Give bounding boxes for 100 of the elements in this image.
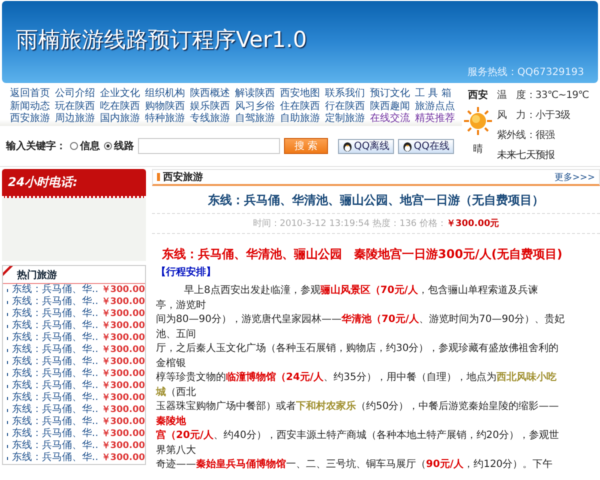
temperature-text: 温 度：33℃~19℃: [497, 88, 589, 102]
nav-link[interactable]: 企业文化: [100, 88, 145, 101]
itinerary-line: 亭，游览时: [155, 298, 207, 312]
more-link[interactable]: 更多>>>: [554, 170, 595, 184]
tour-price: ￥300.00: [101, 344, 145, 356]
qq-button[interactable]: QQ离线: [338, 138, 394, 154]
tour-price: ￥300.00: [101, 416, 145, 428]
nav-link[interactable]: 在线交流: [370, 113, 415, 126]
nav-link[interactable]: 定制旅游: [325, 113, 370, 126]
itinerary-line: 池、五间: [155, 328, 197, 342]
ribbon-icon: [3, 266, 13, 276]
tour-link[interactable]: 东线：兵马俑、华..: [12, 284, 98, 296]
tour-price: ￥300.00: [101, 452, 145, 464]
tour-link[interactable]: 东线：兵马俑、华..: [12, 428, 98, 440]
tour-link[interactable]: 东线：兵马俑、华..: [12, 404, 98, 416]
nav-link[interactable]: 特种旅游: [145, 113, 190, 126]
site-title: 雨楠旅游线路预订程序Ver1.0: [16, 27, 307, 55]
nav-link[interactable]: 解读陕西: [235, 88, 280, 101]
bar-icon: [157, 173, 160, 181]
nav-link[interactable]: 旅游点点: [415, 100, 460, 114]
nav-link[interactable]: 陕西趣闻: [370, 100, 415, 114]
nav-link[interactable]: 陕西概述: [190, 88, 235, 101]
tour-link[interactable]: 东线：兵马俑、华..: [12, 368, 98, 380]
itinerary-line: 间为80—90分），游览唐代皇家园林——华清池（70元/人、游览时间为70—90分）、贵妃: [155, 313, 566, 327]
nav-link[interactable]: 玩在陕西: [55, 100, 100, 114]
nav-link[interactable]: 预订文化: [370, 88, 415, 101]
schedule-heading: 【行程安排】: [155, 265, 217, 280]
search-label: 输入关键字：: [6, 139, 66, 153]
itinerary-line: 早上8点西安出发赴临潼，参观骊山风景区（70元/人，包含骊山单程索道及兵谏: [183, 284, 539, 298]
itinerary-line: 奇迹——秦始皇兵马俑博物馆一、二、三号坑、铜车马展厅（90元/人，约120分）。下午: [155, 458, 554, 472]
weather-condition: 晴: [473, 142, 483, 156]
wind-text: 风 力：小于3级: [497, 108, 572, 122]
tour-title: 东线：兵马俑、华清池、骊山公园、地宫一日游（无自费项目）: [152, 186, 600, 214]
qq-button[interactable]: QQ在线: [398, 138, 454, 154]
nav-link[interactable]: 联系我们: [325, 88, 370, 101]
tour-link[interactable]: 东线：兵马俑、华..: [12, 296, 98, 308]
itinerary-line: 界第八大: [155, 444, 197, 458]
tour-price: ￥300.00: [101, 356, 145, 368]
nav-link[interactable]: 新闻动态: [10, 100, 55, 114]
tour-price: ￥300.00: [101, 368, 145, 380]
tour-link[interactable]: 东线：兵马俑、华..: [12, 308, 98, 320]
tour-link[interactable]: 东线：兵马俑、华..: [12, 392, 98, 404]
tour-link[interactable]: 东线：兵马俑、华..: [12, 320, 98, 332]
itinerary-line: 金棺银: [155, 356, 187, 370]
tour-meta: 时间：2010-3-12 13:19:54 热度：136 价格：￥300.00元: [152, 214, 600, 234]
radio-icon[interactable]: [70, 142, 78, 150]
tour-price: ￥300.00: [101, 440, 145, 452]
search-field[interactable]: [138, 138, 280, 154]
tour-price: ￥300.00: [101, 404, 145, 416]
tour-price: ￥300.00: [101, 380, 145, 392]
tour-price: ￥300.00: [101, 428, 145, 440]
hot-title: 热门旅游: [17, 268, 57, 282]
nav-link[interactable]: 专线旅游: [190, 113, 235, 126]
tour-link[interactable]: 东线：兵马俑、华..: [12, 380, 98, 392]
tour-link[interactable]: 东线：兵马俑、华..: [12, 356, 98, 368]
section-title: 西安旅游: [163, 170, 203, 184]
tour-subtitle: 东线：兵马俑、华清池、骊山公园 秦陵地宫一日游300元/人(无自费项目): [161, 246, 564, 263]
nav-link[interactable]: 周边旅游: [55, 113, 100, 126]
nav-link[interactable]: 吃在陕西: [100, 100, 145, 114]
radio-icon[interactable]: [104, 142, 112, 150]
penguin-icon: [342, 140, 353, 152]
tour-price: ￥300.00: [101, 332, 145, 344]
itinerary-line: 厅，之后秦人玉文化广场（各种玉石展销，购物店，约30分），参观珍藏有盛放佛祖舍利的: [155, 342, 560, 356]
tour-price: ￥300.00: [101, 320, 145, 332]
nav-link[interactable]: 国内旅游: [100, 113, 145, 126]
radio-option[interactable]: 信息: [70, 139, 100, 153]
itinerary-line: 秦陵地: [155, 414, 187, 428]
itinerary-line: 城（西北: [154, 386, 197, 400]
nav-link[interactable]: 自助旅游: [280, 113, 325, 126]
tour-link[interactable]: 东线：兵马俑、华..: [12, 332, 98, 344]
itinerary-line: 玉器珠宝购物广场中餐部）或者下和村农家乐（约50分），中餐后游览秦始皇陵的缩影——: [155, 400, 560, 414]
nav-link[interactable]: 住在陕西: [280, 100, 325, 114]
tour-link[interactable]: 东线：兵马俑、华..: [12, 344, 98, 356]
tour-price: ￥300.00: [101, 284, 145, 296]
nav-link[interactable]: 行在陕西: [325, 100, 370, 114]
tour-price: ￥300.00: [101, 296, 145, 308]
nav-link[interactable]: 组织机构: [145, 88, 190, 101]
nav-link[interactable]: 精英推荐: [415, 113, 460, 126]
nav-link[interactable]: 风习乡俗: [235, 100, 280, 114]
phone-title: 24小时电话:: [8, 174, 78, 191]
nav-link[interactable]: 自驾旅游: [235, 113, 280, 126]
tour-link[interactable]: 东线：兵马俑、华..: [12, 452, 98, 464]
hotline-text: 服务热线：QQ67329193: [467, 66, 584, 79]
forecast-link[interactable]: 未来七天预报: [497, 148, 589, 162]
nav-link[interactable]: 工 具 箱: [415, 88, 460, 101]
nav-link[interactable]: 购物陕西: [145, 100, 190, 114]
tour-link[interactable]: 东线：兵马俑、华..: [12, 440, 98, 452]
nav-link[interactable]: 娱乐陕西: [190, 100, 235, 114]
sun-icon: [463, 106, 493, 136]
uv-text: 紫外线：很强: [497, 128, 556, 142]
itinerary-line: 宫（20元/人、约40分），西安丰源土特产商城（各种本地土特产展销，约20分），参观世: [155, 429, 560, 443]
nav-link[interactable]: 返回首页: [10, 88, 55, 101]
city-name: 西安: [468, 88, 488, 102]
nav-link[interactable]: 公司介绍: [55, 88, 100, 101]
tour-link[interactable]: 东线：兵马俑、华..: [12, 416, 98, 428]
nav-link[interactable]: 西安地图: [280, 88, 325, 101]
tour-price: ￥300.00: [101, 308, 145, 320]
tour-price: ￥300.00: [101, 392, 145, 404]
nav-link[interactable]: 西安旅游: [10, 113, 55, 126]
radio-option[interactable]: 线路: [104, 139, 134, 153]
